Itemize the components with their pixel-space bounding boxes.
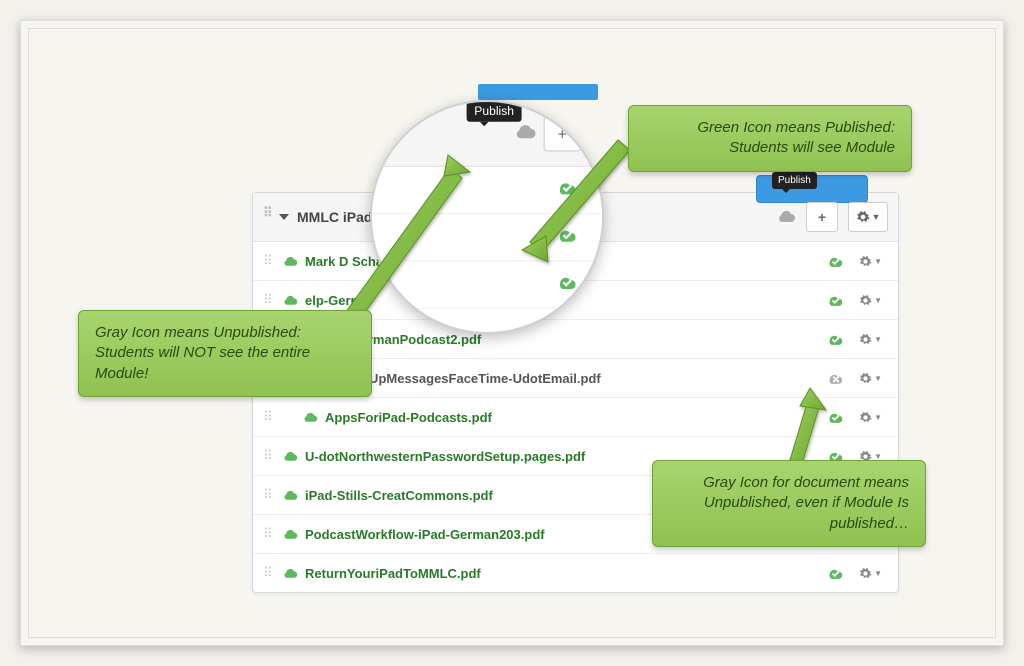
annotation-gray-doc: Gray Icon for document means Unpublished… bbox=[652, 460, 926, 547]
annotation-green: Green Icon means Published: Students wil… bbox=[628, 105, 912, 172]
module-title: MMLC iPad bbox=[297, 209, 372, 225]
drag-handle-icon[interactable]: ⠿ bbox=[263, 569, 273, 577]
item-settings-button[interactable]: ▼ bbox=[859, 372, 882, 385]
drag-handle-icon[interactable]: ⠿ bbox=[263, 413, 273, 421]
item-controls: ▼ bbox=[812, 410, 888, 424]
cloud-unpublished-icon[interactable] bbox=[513, 123, 537, 145]
published-check-icon[interactable] bbox=[827, 254, 845, 268]
cloud-file-icon bbox=[281, 528, 299, 540]
cloud-file-icon bbox=[281, 294, 299, 306]
cloud-file-icon bbox=[281, 255, 299, 267]
plus-icon: + bbox=[818, 209, 826, 225]
published-check-icon[interactable] bbox=[827, 410, 845, 424]
published-check-icon[interactable] bbox=[557, 274, 579, 296]
item-title[interactable]: ReturnYouriPadToMMLC.pdf bbox=[305, 566, 812, 581]
cloud-file-icon bbox=[301, 411, 319, 423]
item-controls: ▼ bbox=[812, 293, 888, 307]
item-settings-button[interactable]: ▼ bbox=[859, 567, 882, 580]
cloud-unpublished-icon[interactable] bbox=[776, 209, 796, 226]
drag-handle-icon[interactable]: ⠿ bbox=[263, 452, 273, 460]
drag-handle-icon[interactable]: ⠿ bbox=[263, 296, 273, 304]
caret-down-icon: ▼ bbox=[872, 212, 881, 222]
module-header-controls: Publish + ▼ bbox=[776, 202, 888, 232]
published-check-icon[interactable] bbox=[827, 293, 845, 307]
cloud-file-icon bbox=[281, 450, 299, 462]
annotation-gray-module: Gray Icon means Unpublished: Students wi… bbox=[78, 310, 372, 397]
drag-handle-icon[interactable]: ⠿ bbox=[263, 257, 273, 265]
publish-tooltip-zoom: Publish bbox=[467, 102, 522, 122]
published-check-icon[interactable] bbox=[557, 226, 579, 248]
cloud-file-icon bbox=[281, 489, 299, 501]
module-settings-button[interactable]: ▼ bbox=[588, 116, 604, 151]
magnifier-lens: Publish + ▼ ▼ ▼ ▼ bbox=[370, 100, 604, 334]
module-item-row[interactable]: ⠿ AppsForiPad-Podcasts.pdf ▼ bbox=[253, 398, 898, 437]
blue-pill-fragment bbox=[478, 84, 598, 100]
item-controls: ▼ bbox=[812, 332, 888, 346]
gear-icon bbox=[856, 210, 870, 224]
published-check-icon[interactable] bbox=[827, 332, 845, 346]
item-controls: ▼ bbox=[812, 254, 888, 268]
drag-handle-icon[interactable]: ⠿ bbox=[263, 491, 273, 499]
published-check-icon[interactable] bbox=[827, 566, 845, 580]
published-check-icon[interactable] bbox=[557, 179, 579, 201]
item-settings-button[interactable]: ▼ bbox=[859, 294, 882, 307]
unpublished-x-icon[interactable] bbox=[827, 371, 845, 385]
document-frame: ⠿ MMLC iPad Publish + ▼ ⠿Mark D Schaefer… bbox=[20, 20, 1004, 646]
cloud-file-icon bbox=[281, 567, 299, 579]
item-settings-button[interactable]: ▼ bbox=[859, 411, 882, 424]
drag-handle-icon[interactable]: ⠿ bbox=[263, 209, 273, 225]
module-settings-button[interactable]: ▼ bbox=[848, 202, 888, 232]
item-title[interactable]: AppsForiPad-Podcasts.pdf bbox=[325, 410, 812, 425]
drag-handle-icon[interactable]: ⠿ bbox=[263, 530, 273, 538]
expand-caret-icon[interactable] bbox=[279, 214, 289, 220]
item-controls: ▼ bbox=[812, 566, 888, 580]
item-settings-button[interactable]: ▼ bbox=[859, 333, 882, 346]
publish-tooltip: Publish bbox=[772, 172, 817, 189]
add-item-button[interactable]: + bbox=[806, 202, 838, 232]
add-item-button[interactable]: + bbox=[544, 116, 581, 151]
item-title[interactable]: SettingUpMessagesFaceTime-UdotEmail.pdf bbox=[325, 371, 812, 386]
item-controls: ▼ bbox=[812, 371, 888, 385]
item-settings-button[interactable]: ▼ bbox=[859, 255, 882, 268]
module-item-row[interactable]: ⠿ ReturnYouriPadToMMLC.pdf ▼ bbox=[253, 554, 898, 592]
item-title[interactable]: orHelp-GermanPodcast2.pdf bbox=[305, 332, 812, 347]
